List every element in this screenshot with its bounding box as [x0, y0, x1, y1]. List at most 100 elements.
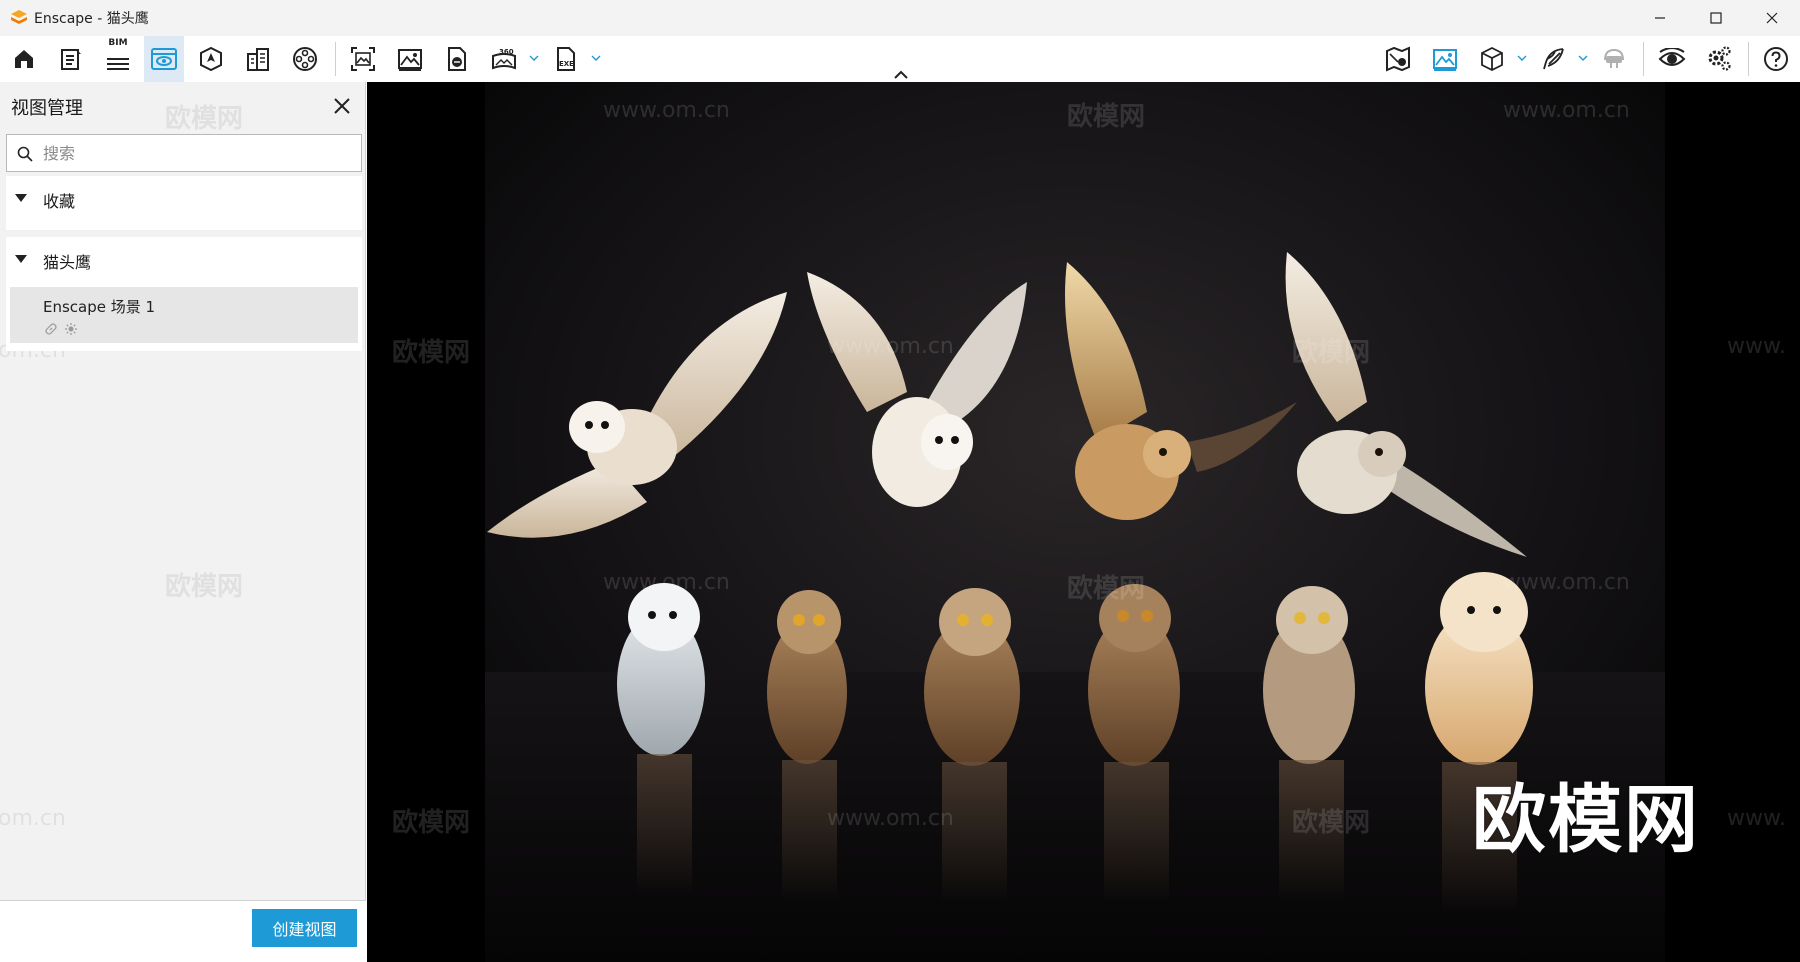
watermark: 欧模网	[392, 338, 471, 368]
panorama-export-icon	[448, 47, 466, 71]
notes-icon	[61, 49, 81, 70]
close-panel-icon[interactable]	[330, 94, 354, 118]
assets-button[interactable]	[238, 39, 278, 79]
watermark-url: om.cn	[0, 806, 66, 831]
cube-dropdown[interactable]	[1515, 51, 1529, 65]
create-view-button[interactable]: 创建视图	[252, 909, 357, 947]
minimap-icon	[1386, 46, 1410, 72]
close-window-button[interactable]	[1744, 0, 1800, 36]
toolbar-separator	[335, 42, 336, 76]
settings-button[interactable]	[1699, 39, 1739, 79]
render-image-icon	[398, 49, 422, 71]
maximize-button[interactable]	[1688, 0, 1744, 36]
link-icon	[45, 323, 57, 335]
watermark-url: www.	[1727, 806, 1786, 831]
notes-button[interactable]	[51, 39, 91, 79]
section-label: 收藏	[43, 192, 76, 211]
close-icon	[1766, 12, 1778, 24]
panel-footer: 创建视图	[0, 900, 366, 962]
vr-headset-button[interactable]	[1594, 39, 1634, 79]
toolbar-separator	[1748, 42, 1749, 76]
minimap-button[interactable]	[1378, 39, 1418, 79]
owl-section-header[interactable]: 猫头鹰	[6, 237, 362, 281]
atmosphere-icon	[200, 46, 222, 72]
atmosphere-button[interactable]	[191, 39, 231, 79]
chevron-down-icon	[529, 55, 539, 61]
watermark-url: www.om.cn	[1503, 570, 1630, 595]
owl-section: 猫头鹰 Enscape 场景 1	[6, 237, 362, 351]
bim-button[interactable]: BIM	[98, 38, 138, 79]
watermark: 欧模网	[1292, 338, 1371, 368]
screenshot-icon	[351, 47, 375, 71]
brand-watermark: 欧模网	[1472, 777, 1700, 863]
chevron-down-icon	[1578, 55, 1588, 61]
watermark: 欧模网	[165, 572, 244, 602]
feather-dropdown[interactable]	[1576, 51, 1590, 65]
video-editor-icon	[293, 47, 317, 71]
caret-down-icon	[15, 194, 27, 202]
watermark-url: www.om.cn	[1503, 98, 1630, 123]
exe-export-button[interactable]: EXE	[546, 39, 586, 79]
render-image-button[interactable]	[390, 39, 430, 79]
video-editor-button[interactable]	[285, 39, 325, 79]
minimize-button[interactable]	[1632, 0, 1688, 36]
360-panorama-button[interactable]: 360	[484, 39, 524, 79]
cube-button[interactable]	[1472, 39, 1512, 79]
watermark-url: www.om.cn	[827, 806, 954, 831]
cube-icon	[1481, 46, 1503, 72]
view-management-panel: 欧模网 欧模网 om.cn om.cn 视图管理 收藏 猫头鹰 Enscape …	[0, 82, 366, 962]
visual-settings-button[interactable]	[1425, 39, 1465, 79]
help-button[interactable]	[1756, 39, 1796, 79]
360-panorama-icon: 360	[492, 48, 516, 70]
preview-button[interactable]	[1652, 39, 1692, 79]
panel-header: 视图管理	[0, 82, 366, 128]
toolbar-separator	[1643, 42, 1644, 76]
collapse-toolbar-icon[interactable]	[891, 68, 911, 82]
watermark-url: www.om.cn	[603, 570, 730, 595]
preview-eye-icon	[1658, 48, 1686, 66]
vr-headset-icon	[1604, 48, 1624, 68]
favorites-section-header[interactable]: 收藏	[6, 176, 362, 220]
view-name: Enscape 场景 1	[43, 298, 156, 316]
home-button[interactable]	[4, 39, 44, 79]
watermark-url: www.om.cn	[827, 334, 954, 359]
render-viewport[interactable]: www.om.cn 欧模网 www.om.cn 欧模网 www.om.cn 欧模…	[367, 82, 1800, 962]
favorites-section: 收藏	[6, 176, 362, 230]
chevron-down-icon	[591, 55, 601, 61]
watermark: 欧模网	[392, 808, 471, 838]
feather-button[interactable]	[1533, 39, 1573, 79]
minimize-icon	[1655, 17, 1665, 19]
exe-export-dropdown[interactable]	[589, 51, 603, 65]
watermark: 欧模网	[1067, 102, 1146, 132]
screenshot-button[interactable]	[343, 39, 383, 79]
enscape-logo-icon	[11, 10, 27, 24]
search-box	[6, 134, 362, 172]
search-icon	[17, 146, 33, 162]
watermark: 欧模网	[1292, 808, 1371, 838]
watermark-url: www.om.cn	[603, 98, 730, 123]
help-icon	[1764, 47, 1788, 71]
chevron-down-icon	[1517, 55, 1527, 61]
window-title: Enscape - 猫头鹰	[34, 11, 149, 27]
watermark-url: www.	[1727, 334, 1786, 359]
visual-settings-icon	[1433, 49, 1457, 71]
360-panorama-dropdown[interactable]	[527, 51, 541, 65]
caret-down-icon	[15, 255, 27, 263]
exe-export-icon: EXE	[557, 47, 575, 71]
view-item[interactable]: Enscape 场景 1	[10, 287, 358, 343]
view-management-button[interactable]	[144, 36, 184, 82]
panel-title: 视图管理	[11, 98, 83, 119]
panorama-export-button[interactable]	[437, 39, 477, 79]
buildings-icon	[247, 48, 269, 71]
view-management-icon	[151, 48, 177, 70]
search-input[interactable]	[43, 135, 353, 171]
sun-icon	[65, 323, 77, 335]
maximize-icon	[1710, 12, 1722, 24]
home-icon	[15, 50, 33, 68]
bim-label: BIM	[108, 38, 128, 48]
bim-list-icon	[107, 58, 129, 70]
svg-text:EXE: EXE	[559, 60, 574, 68]
watermark: 欧模网	[1067, 574, 1146, 604]
title-bar: Enscape - 猫头鹰	[0, 0, 1800, 36]
settings-icon	[1708, 46, 1731, 71]
